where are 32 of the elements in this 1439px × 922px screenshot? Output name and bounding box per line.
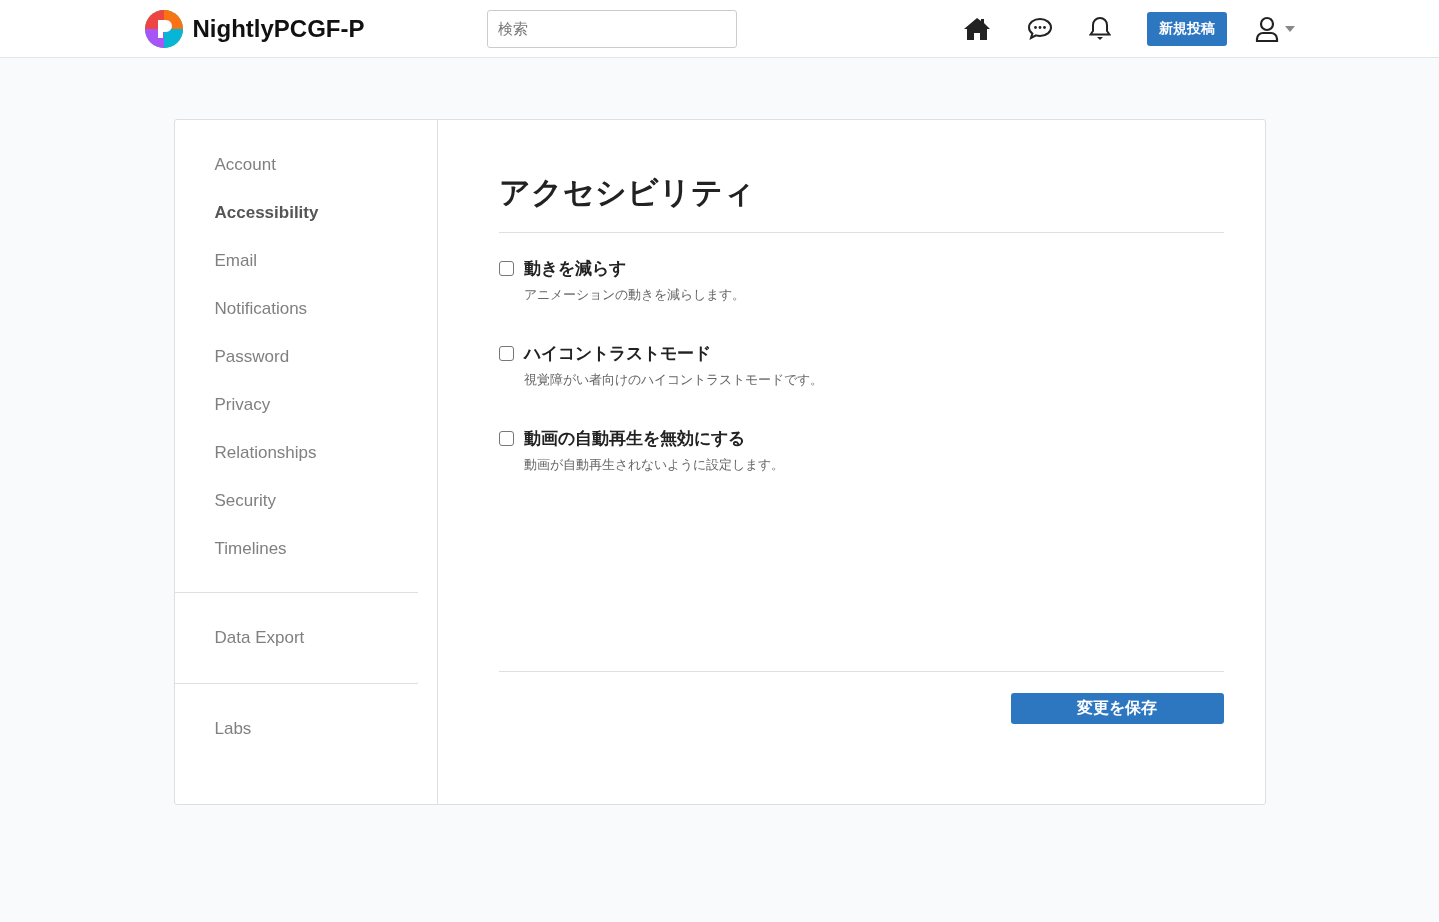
user-menu[interactable] [1254,15,1295,42]
sidebar-item[interactable]: Timelines [174,528,437,576]
sidebar-item[interactable]: Data Export [174,617,418,659]
sidebar-item[interactable]: Accessibility [174,192,437,240]
page-title: アクセシビリティ [498,172,1224,233]
option-label[interactable]: 動画の自動再生を無効にする [523,427,745,450]
new-post-button[interactable]: 新規投稿 [1146,11,1227,46]
caret-icon [1284,25,1295,32]
save-button[interactable]: 変更を保存 [1010,693,1224,724]
sidebar-item[interactable]: Relationships [174,432,437,480]
sidebar-item[interactable]: Notifications [174,288,437,336]
sidebar-item[interactable]: Labs [174,708,418,750]
user-icon [1254,15,1279,42]
sidebar-item[interactable]: Security [174,480,437,528]
checkbox[interactable] [498,346,514,361]
brand-name[interactable]: NightlyPCGF-P [192,14,365,43]
checkbox[interactable] [498,261,514,276]
sidebar-item[interactable]: Privacy [174,384,437,432]
speech-bubble-icon[interactable] [1026,16,1053,41]
option-description: アニメーションの動きを減らします。 [523,286,746,304]
option-description: 動画が自動再生されないように設定します。 [523,456,785,474]
sidebar-item[interactable]: Email [174,240,437,288]
checkbox[interactable] [498,431,514,446]
logo-icon [144,9,183,48]
sidebar-item[interactable]: Account [174,144,437,192]
option-label[interactable]: 動きを減らす [523,257,626,280]
option-description: 視覚障がい者向けのハイコントラストモードです。 [523,371,824,389]
home-icon[interactable] [962,16,991,41]
sidebar-item[interactable]: Password [174,336,437,384]
option-label[interactable]: ハイコントラストモード [523,342,711,365]
bell-icon[interactable] [1088,16,1111,41]
search-field[interactable]: 検索 [486,9,737,48]
